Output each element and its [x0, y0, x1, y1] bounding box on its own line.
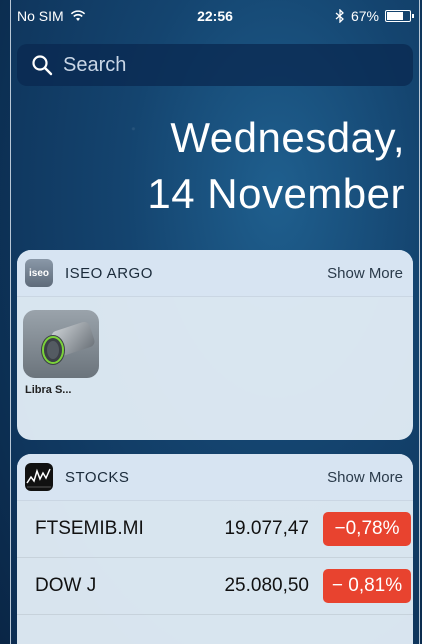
stocks-widget: STOCKS Show More FTSEMIB.MI 19.077,47 −0… [17, 454, 413, 644]
stocks-app-icon [25, 463, 53, 491]
battery-icon [385, 10, 414, 22]
battery-fill [387, 12, 404, 20]
date-day-month: 14 November [147, 170, 405, 217]
battery-percent: 67% [350, 8, 379, 24]
stock-change-badge[interactable]: − 0,81% [323, 569, 411, 603]
iseo-widget-title: ISEO ARGO [65, 264, 153, 282]
status-bar: No SIM 22:56 67% [11, 0, 419, 32]
iseo-app-icon-text: iseo [28, 267, 49, 279]
bluetooth-icon [335, 9, 344, 23]
stock-value: 19.077,47 [224, 518, 309, 539]
iseo-app-icon: iseo [25, 259, 53, 287]
stocks-show-more-button[interactable]: Show More [327, 469, 403, 486]
date-weekday: Wednesday, [170, 114, 405, 161]
iseo-argo-widget: iseo ISEO ARGO Show More Libra S... [17, 250, 413, 440]
date-display: Wednesday, 14 November [147, 110, 405, 222]
stock-symbol: DOW J [35, 575, 97, 596]
lock-device-label: Libra S... [25, 384, 72, 396]
stock-row[interactable]: FTSEMIB.MI 19.077,47 −0,78% [17, 501, 413, 558]
stocks-widget-header: STOCKS Show More [17, 454, 413, 501]
stock-change-badge[interactable]: −0,78% [323, 512, 411, 546]
search-icon [32, 55, 53, 76]
phone-screen: No SIM 22:56 67% Search Wednesday, 14 No… [10, 0, 420, 644]
iseo-show-more-button[interactable]: Show More [327, 265, 403, 282]
stock-symbol: FTSEMIB.MI [35, 518, 144, 539]
iseo-widget-header: iseo ISEO ARGO Show More [17, 250, 413, 297]
stock-value: 25.080,50 [224, 575, 309, 596]
stock-row[interactable]: DOW J 25.080,50 − 0,81% [17, 558, 413, 615]
lock-device-tile[interactable] [23, 310, 99, 378]
stocks-widget-title: STOCKS [65, 468, 130, 486]
search-placeholder: Search [63, 53, 127, 76]
stocks-chart-icon [26, 468, 51, 488]
search-bar[interactable]: Search [17, 44, 413, 86]
smart-lock-icon [41, 322, 95, 365]
status-right: 67% [335, 8, 414, 24]
